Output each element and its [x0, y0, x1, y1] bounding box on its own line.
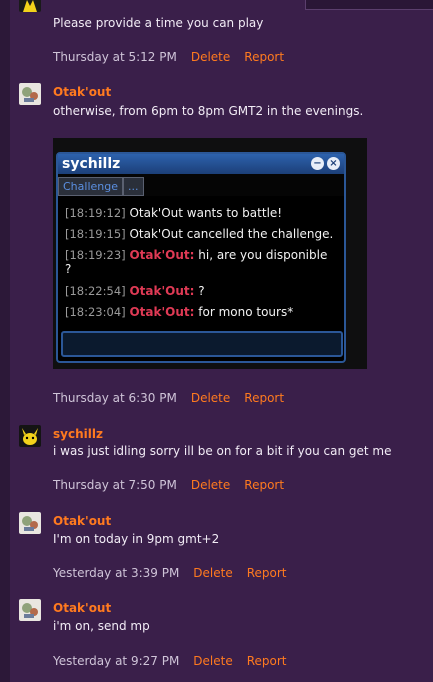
comment-message: i'm on, send mp	[53, 619, 150, 633]
report-link[interactable]: Report	[247, 654, 287, 668]
delete-link[interactable]: Delete	[193, 654, 232, 668]
comment-message: I'm on today in 9pm gmt+2	[53, 532, 220, 546]
comment-username[interactable]: Otak'out	[53, 85, 111, 99]
close-icon: ×	[327, 157, 340, 170]
pm-text: ?	[198, 284, 205, 298]
minimize-icon: −	[311, 157, 324, 170]
pm-text: for mono tours*	[198, 305, 294, 319]
pm-line-continuation: ?	[65, 262, 71, 276]
comment-message: i was just idling sorry ill be on for a …	[53, 444, 392, 458]
comment-message: Please provide a time you can play	[53, 16, 264, 30]
avatar[interactable]	[19, 0, 41, 12]
delete-link[interactable]: Delete	[191, 50, 230, 64]
pm-window: sychillz − × Challenge ... [18:19:12] Ot…	[56, 152, 346, 363]
pm-speaker: Otak'Out:	[129, 284, 195, 298]
comment-message: otherwise, from 6pm to 8pm GMT2 in the e…	[53, 104, 364, 118]
pm-line: [18:22:54] Otak'Out: ?	[65, 284, 205, 298]
avatar[interactable]	[19, 599, 41, 621]
pikachu-avatar-icon	[19, 425, 41, 447]
comment-meta: Thursday at 5:12 PM Delete Report	[53, 50, 284, 64]
report-link[interactable]: Report	[247, 566, 287, 580]
comment-meta: Thursday at 6:30 PM Delete Report	[53, 391, 284, 405]
comment-time[interactable]: Yesterday at 9:27 PM	[53, 654, 179, 668]
pm-text: Otak'Out wants to battle!	[129, 206, 283, 220]
comment-meta: Yesterday at 9:27 PM Delete Report	[53, 654, 287, 668]
delete-link[interactable]: Delete	[193, 566, 232, 580]
profile-post-comments: Please provide a time you can play Thurs…	[0, 0, 433, 682]
pm-window-title: sychillz − ×	[58, 154, 344, 174]
comment-time[interactable]: Yesterday at 3:39 PM	[53, 566, 179, 580]
pokemon-avatar-icon	[19, 599, 41, 621]
comment-time[interactable]: Thursday at 5:12 PM	[53, 50, 177, 64]
pm-timestamp: [18:19:15]	[65, 227, 126, 241]
comment-username[interactable]: Otak'out	[53, 514, 111, 528]
pm-text: hi, are you disponible	[198, 248, 328, 262]
pm-line: [18:19:23] Otak'Out: hi, are you disponi…	[65, 248, 327, 262]
pm-timestamp: [18:22:54]	[65, 284, 126, 298]
pm-timestamp: [18:19:12]	[65, 206, 126, 220]
comment-username[interactable]: sychillz	[53, 427, 103, 441]
comment-time[interactable]: Thursday at 7:50 PM	[53, 478, 177, 492]
delete-link[interactable]: Delete	[191, 478, 230, 492]
pm-speaker: Otak'Out:	[129, 305, 195, 319]
avatar[interactable]	[19, 83, 41, 105]
comment-username[interactable]: Otak'out	[53, 601, 111, 615]
pokemon-avatar-icon	[19, 512, 41, 534]
top-corner-tab[interactable]	[305, 0, 433, 10]
challenge-tab: Challenge	[58, 177, 123, 196]
pm-line: [18:23:04] Otak'Out: for mono tours*	[65, 305, 293, 319]
comment-meta: Yesterday at 3:39 PM Delete Report	[53, 566, 287, 580]
avatar[interactable]	[19, 512, 41, 534]
pm-timestamp: [18:23:04]	[65, 305, 126, 319]
report-link[interactable]: Report	[244, 50, 284, 64]
pm-speaker: Otak'Out:	[129, 248, 195, 262]
pm-text: ?	[65, 262, 72, 276]
pikachu-avatar-icon	[19, 0, 41, 12]
pokemon-avatar-icon	[19, 83, 41, 105]
comment-time[interactable]: Thursday at 6:30 PM	[53, 391, 177, 405]
more-tab: ...	[123, 177, 144, 196]
report-link[interactable]: Report	[244, 391, 284, 405]
left-gutter	[0, 0, 10, 682]
pm-window-title-text: sychillz	[62, 156, 121, 172]
pm-line: [18:19:12] Otak'Out wants to battle!	[65, 206, 282, 220]
pm-tab-bar: Challenge ...	[58, 174, 344, 196]
report-link[interactable]: Report	[244, 478, 284, 492]
pm-line: [18:19:15] Otak'Out cancelled the challe…	[65, 227, 333, 241]
delete-link[interactable]: Delete	[191, 391, 230, 405]
pm-timestamp: [18:19:23]	[65, 248, 126, 262]
chat-screenshot-attachment[interactable]: sychillz − × Challenge ... [18:19:12] Ot…	[53, 138, 367, 369]
pm-message-input	[61, 331, 343, 357]
pm-text: Otak'Out cancelled the challenge.	[129, 227, 334, 241]
avatar[interactable]	[19, 425, 41, 447]
comment-meta: Thursday at 7:50 PM Delete Report	[53, 478, 284, 492]
